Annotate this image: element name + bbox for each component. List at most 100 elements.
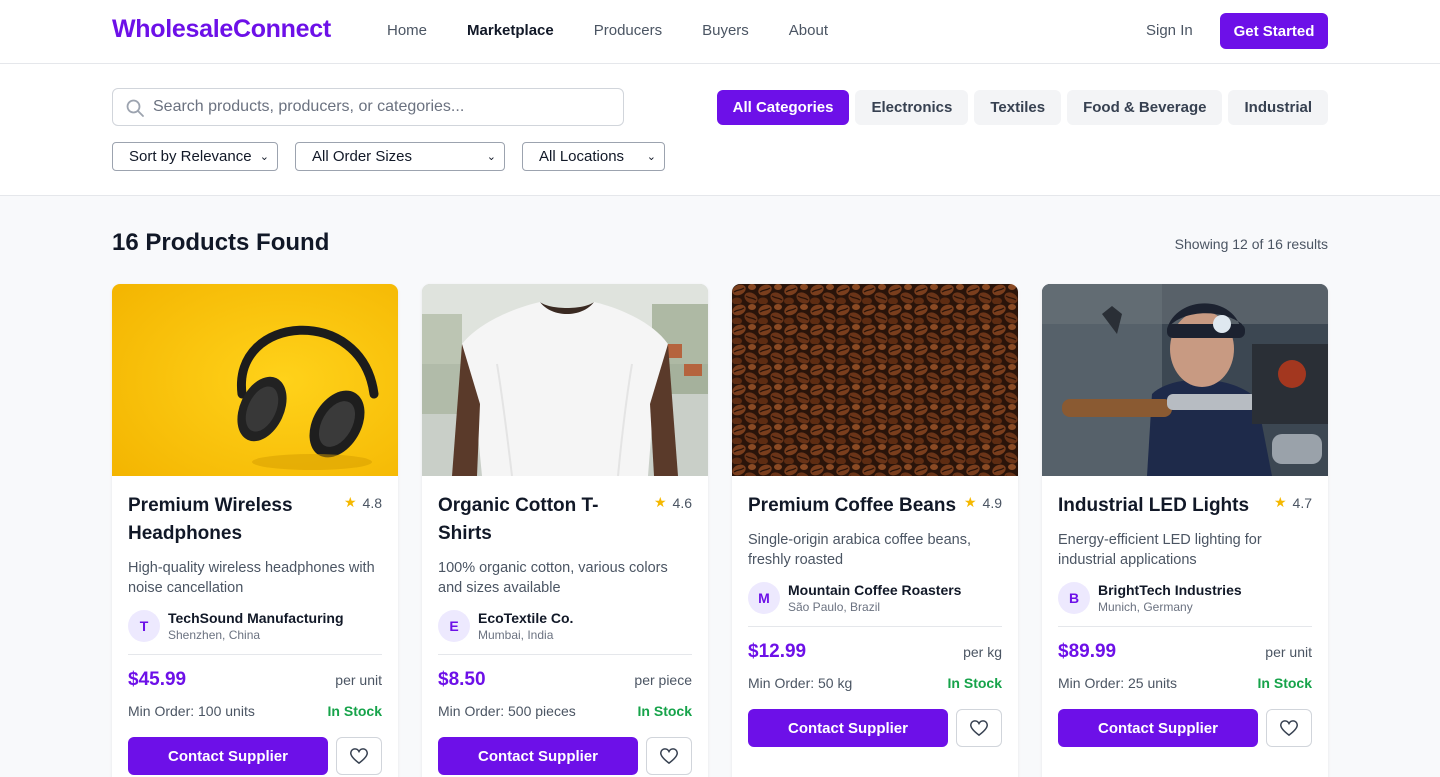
search-box xyxy=(112,88,624,126)
nav-marketplace[interactable]: Marketplace xyxy=(467,22,554,39)
nav-producers[interactable]: Producers xyxy=(594,22,662,39)
title-row: Industrial LED Lights ★ 4.7 xyxy=(1058,492,1312,520)
supplier-name[interactable]: TechSound Manufacturing xyxy=(168,610,344,626)
product-card: Premium Coffee Beans ★ 4.9 Single-origin… xyxy=(732,284,1018,777)
stock-status: In Stock xyxy=(327,703,382,719)
contact-supplier-button[interactable]: Contact Supplier xyxy=(748,709,948,747)
heart-icon xyxy=(1280,720,1298,736)
nav-about[interactable]: About xyxy=(789,22,828,39)
product-title[interactable]: Premium Coffee Beans xyxy=(748,492,958,520)
sort-select[interactable]: Sort by Relevance ⌄ xyxy=(112,142,278,171)
favorite-button[interactable] xyxy=(646,737,692,775)
tshirt-photo xyxy=(422,284,708,476)
product-card: Organic Cotton T-Shirts ★ 4.6 100% organ… xyxy=(422,284,708,777)
supplier-info: E EcoTextile Co. Mumbai, India xyxy=(438,610,692,655)
product-card-body: Premium Wireless Headphones ★ 4.8 High-q… xyxy=(112,492,398,775)
order-size-select[interactable]: All Order Sizes ⌄ xyxy=(295,142,505,171)
order-row: Min Order: 100 units In Stock xyxy=(128,703,382,719)
product-image[interactable] xyxy=(422,284,708,476)
contact-supplier-button[interactable]: Contact Supplier xyxy=(438,737,638,775)
price-unit: per piece xyxy=(634,672,692,688)
heart-icon xyxy=(350,748,368,764)
nav-home[interactable]: Home xyxy=(387,22,427,39)
supplier-avatar: M xyxy=(748,582,780,614)
get-started-button[interactable]: Get Started xyxy=(1220,13,1328,49)
product-title[interactable]: Industrial LED Lights xyxy=(1058,492,1268,520)
min-order: Min Order: 50 kg xyxy=(748,675,853,691)
product-description: 100% organic cotton, various colors and … xyxy=(438,560,668,596)
product-price: $45.99 xyxy=(128,669,187,690)
supplier-info: B BrightTech Industries Munich, Germany xyxy=(1058,582,1312,627)
chevron-down-icon: ⌄ xyxy=(486,151,496,163)
rating-value: 4.6 xyxy=(672,494,692,511)
min-order: Min Order: 100 units xyxy=(128,703,255,719)
price-unit: per kg xyxy=(963,644,1002,660)
category-food-beverage[interactable]: Food & Beverage xyxy=(1067,90,1223,125)
main-nav: Home Marketplace Producers Buyers About xyxy=(387,22,868,39)
product-title[interactable]: Premium Wireless Headphones xyxy=(128,492,338,548)
stock-status: In Stock xyxy=(637,703,692,719)
product-image[interactable] xyxy=(112,284,398,476)
product-price: $89.99 xyxy=(1058,641,1117,662)
supplier-location: Mumbai, India xyxy=(478,628,554,642)
product-card-body: Premium Coffee Beans ★ 4.9 Single-origin… xyxy=(732,492,1018,747)
card-actions: Contact Supplier xyxy=(748,709,1002,747)
product-title[interactable]: Organic Cotton T-Shirts xyxy=(438,492,648,548)
category-textiles[interactable]: Textiles xyxy=(974,90,1062,125)
search-input[interactable] xyxy=(153,89,613,125)
product-description: High-quality wireless headphones with no… xyxy=(128,560,375,596)
logo[interactable]: WholesaleConnect xyxy=(112,15,331,44)
coffee-beans-photo xyxy=(732,284,1018,476)
supplier-name[interactable]: BrightTech Industries xyxy=(1098,582,1242,598)
title-row: Premium Wireless Headphones ★ 4.8 xyxy=(128,492,382,548)
contact-supplier-button[interactable]: Contact Supplier xyxy=(128,737,328,775)
order-row: Min Order: 25 units In Stock xyxy=(1058,675,1312,691)
contact-supplier-button[interactable]: Contact Supplier xyxy=(1058,709,1258,747)
card-actions: Contact Supplier xyxy=(438,737,692,775)
product-price: $8.50 xyxy=(438,669,486,690)
filter-bar: All Categories Electronics Textiles Food… xyxy=(0,64,1440,196)
stock-status: In Stock xyxy=(947,675,1002,691)
price-unit: per unit xyxy=(335,672,382,688)
supplier-avatar: T xyxy=(128,610,160,642)
price-unit: per unit xyxy=(1265,644,1312,660)
card-actions: Contact Supplier xyxy=(1058,709,1312,747)
chevron-down-icon: ⌄ xyxy=(646,151,656,163)
product-image[interactable] xyxy=(1042,284,1328,476)
title-row: Organic Cotton T-Shirts ★ 4.6 xyxy=(438,492,692,548)
product-image[interactable] xyxy=(732,284,1018,476)
min-order: Min Order: 500 pieces xyxy=(438,703,576,719)
category-industrial[interactable]: Industrial xyxy=(1228,90,1328,125)
search-icon xyxy=(126,99,144,117)
filter-selects: Sort by Relevance ⌄ All Order Sizes ⌄ Al… xyxy=(112,142,665,171)
card-actions: Contact Supplier xyxy=(128,737,382,775)
category-chips: All Categories Electronics Textiles Food… xyxy=(716,90,1328,125)
price-row: $12.99 per kg xyxy=(748,641,1002,663)
sign-in-link[interactable]: Sign In xyxy=(1146,22,1193,39)
star-icon: ★ xyxy=(343,494,357,510)
supplier-avatar: B xyxy=(1058,582,1090,614)
order-size-select-value: All Order Sizes xyxy=(312,148,413,165)
favorite-button[interactable] xyxy=(336,737,382,775)
star-icon: ★ xyxy=(653,494,667,510)
star-icon: ★ xyxy=(963,494,977,510)
favorite-button[interactable] xyxy=(1266,709,1312,747)
product-rating: ★ 4.9 xyxy=(964,494,1002,511)
product-description: Energy-efficient LED lighting for indust… xyxy=(1058,532,1262,568)
supplier-name[interactable]: EcoTextile Co. xyxy=(478,610,573,626)
nav-buyers[interactable]: Buyers xyxy=(702,22,749,39)
rating-value: 4.8 xyxy=(362,494,382,511)
supplier-info: T TechSound Manufacturing Shenzhen, Chin… xyxy=(128,610,382,655)
category-all[interactable]: All Categories xyxy=(716,90,850,125)
location-select[interactable]: All Locations ⌄ xyxy=(522,142,665,171)
title-row: Premium Coffee Beans ★ 4.9 xyxy=(748,492,1002,520)
order-row: Min Order: 500 pieces In Stock xyxy=(438,703,692,719)
category-electronics[interactable]: Electronics xyxy=(855,90,969,125)
supplier-name[interactable]: Mountain Coffee Roasters xyxy=(788,582,961,598)
product-price: $12.99 xyxy=(748,641,807,662)
chevron-down-icon: ⌄ xyxy=(259,151,269,163)
supplier-info: M Mountain Coffee Roasters São Paulo, Br… xyxy=(748,582,1002,627)
favorite-button[interactable] xyxy=(956,709,1002,747)
price-row: $89.99 per unit xyxy=(1058,641,1312,663)
headphones-photo xyxy=(112,284,398,476)
